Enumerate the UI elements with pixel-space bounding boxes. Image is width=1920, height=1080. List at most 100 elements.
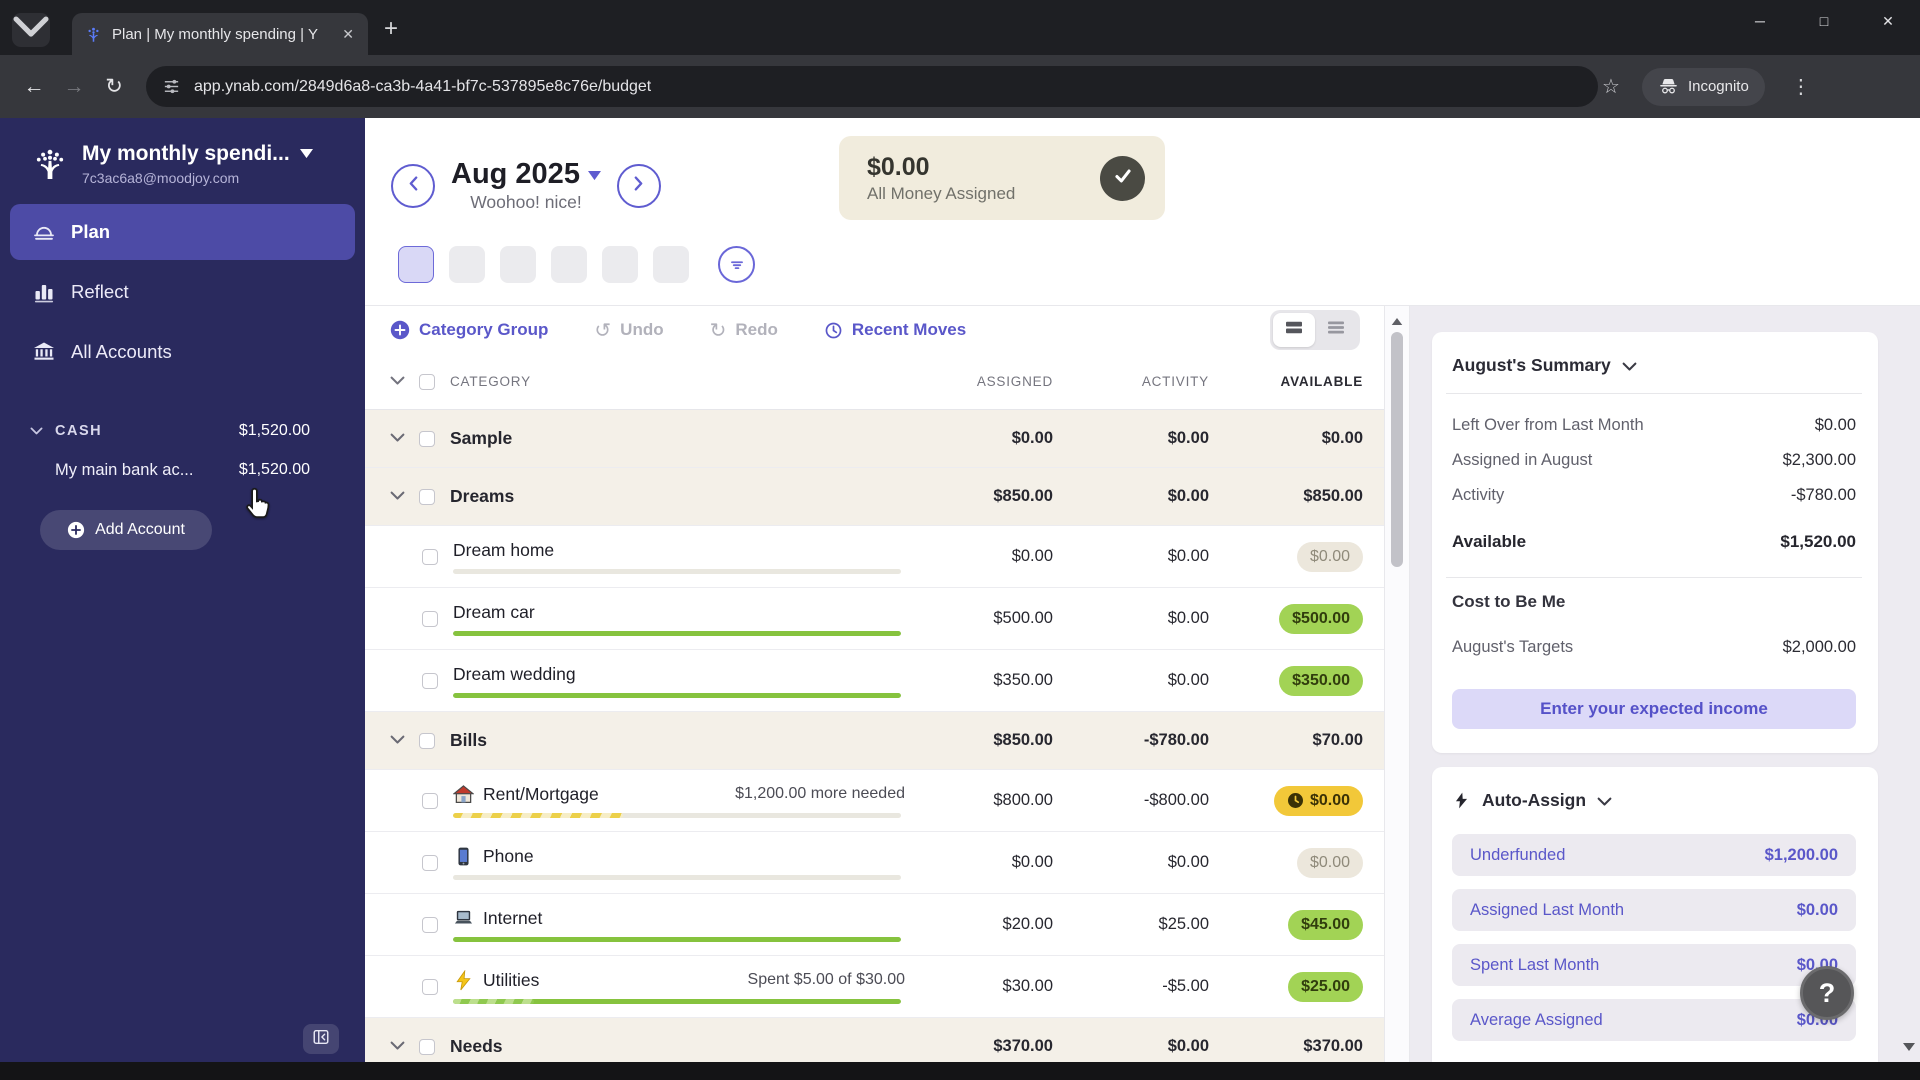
- plus-icon: [67, 521, 85, 539]
- collapse-all-icon[interactable]: [390, 373, 405, 391]
- sidebar: My monthly spendi... 7c3ac6a8@moodjoy.co…: [0, 118, 365, 1062]
- category-checkbox[interactable]: [422, 672, 438, 689]
- category-checkbox[interactable]: [422, 978, 438, 995]
- category-checkbox[interactable]: [422, 548, 438, 565]
- sidebar-item-plan[interactable]: Plan: [10, 204, 355, 260]
- scrollbar-thumb[interactable]: [1391, 332, 1403, 567]
- budget-switcher[interactable]: My monthly spendi... 7c3ac6a8@moodjoy.co…: [0, 142, 365, 186]
- category-row-internet[interactable]: Internet $20.00 $25.00 $45.00: [365, 894, 1384, 956]
- group-checkbox[interactable]: [419, 732, 435, 749]
- filter-chip-sample-view[interactable]: [653, 246, 689, 283]
- summary-rows: Left Over from Last Month $0.00 Assigned…: [1452, 408, 1856, 561]
- browser-tab[interactable]: Plan | My monthly spending | Y ✕: [72, 13, 368, 55]
- filter-chip-snoozed[interactable]: [602, 246, 638, 283]
- forward-button[interactable]: →: [54, 67, 94, 107]
- category-checkbox[interactable]: [422, 792, 438, 809]
- available-pill[interactable]: $25.00: [1288, 971, 1363, 1002]
- recent-moves-button[interactable]: Recent Moves: [824, 320, 966, 340]
- summary-header[interactable]: August's Summary: [1452, 354, 1856, 377]
- site-settings-icon[interactable]: [162, 77, 181, 96]
- chevron-down-icon[interactable]: [390, 430, 405, 448]
- category-row-phone[interactable]: Phone $0.00 $0.00 $0.00: [365, 832, 1384, 894]
- window-maximize-button[interactable]: □: [1792, 0, 1856, 42]
- select-all-checkbox[interactable]: [419, 373, 435, 390]
- category-row-dream-wedding[interactable]: Dream wedding $350.00 $0.00 $350.00: [365, 650, 1384, 712]
- ynab-favicon-icon: [84, 25, 103, 44]
- sidebar-item-reflect[interactable]: Reflect: [10, 264, 355, 320]
- account-group-cash[interactable]: CASH $1,520.00: [0, 414, 365, 448]
- filter-menu-button[interactable]: [718, 246, 755, 283]
- enter-expected-income-button[interactable]: Enter your expected income: [1452, 689, 1856, 729]
- category-row-rent-mortgage[interactable]: Rent/Mortgage $1,200.00 more needed $800…: [365, 770, 1384, 832]
- group-row-needs[interactable]: Needs $370.00 $0.00 $370.00: [365, 1018, 1384, 1062]
- add-account-button[interactable]: Add Account: [40, 510, 212, 550]
- table-scrollbar[interactable]: [1384, 306, 1410, 1062]
- group-row-sample[interactable]: Sample $0.00 $0.00 $0.00: [365, 410, 1384, 468]
- group-row-bills[interactable]: Bills $850.00 -$780.00 $70.00: [365, 712, 1384, 770]
- view-toggle-compact[interactable]: [1315, 313, 1357, 347]
- collapse-sidebar-button[interactable]: [303, 1024, 339, 1054]
- category-row-dream-car[interactable]: Dream car $500.00 $0.00 $500.00: [365, 588, 1384, 650]
- url-bar[interactable]: app.ynab.com/2849d6a8-ca3b-4a41-bf7c-537…: [146, 66, 1598, 107]
- tab-search-button[interactable]: [12, 13, 50, 47]
- filter-chip-underfunded[interactable]: [449, 246, 485, 283]
- redo-button[interactable]: ↻ Redo: [710, 318, 778, 343]
- available-pill[interactable]: $45.00: [1288, 909, 1363, 940]
- reflect-icon: [32, 280, 56, 304]
- chevron-down-icon[interactable]: [30, 422, 43, 440]
- add-category-group-button[interactable]: Category Group: [390, 320, 548, 340]
- auto-assign-row-underfunded[interactable]: Underfunded $1,200.00: [1452, 834, 1856, 876]
- view-toggle-detailed[interactable]: [1273, 313, 1315, 347]
- available-pill[interactable]: $0.00: [1273, 785, 1363, 816]
- category-row-dream-home[interactable]: Dream home $0.00 $0.00 $0.00: [365, 526, 1384, 588]
- progress-bar: [453, 874, 901, 880]
- month-navigation: Aug 2025 Woohoo! nice!: [391, 158, 661, 213]
- auto-assign-row-spent-last-month[interactable]: Spent Last Month $0.00: [1452, 944, 1856, 986]
- available-pill[interactable]: $0.00: [1296, 541, 1363, 572]
- auto-assign-row-assigned-last-month[interactable]: Assigned Last Month $0.00: [1452, 889, 1856, 931]
- group-checkbox[interactable]: [419, 1038, 435, 1055]
- sidebar-account-item[interactable]: My main bank ac... $1,520.00: [0, 448, 365, 492]
- column-activity[interactable]: ACTIVITY: [1053, 374, 1209, 389]
- previous-month-button[interactable]: [391, 163, 435, 208]
- undo-button[interactable]: ↺ Undo: [594, 318, 663, 343]
- window-close-button[interactable]: ✕: [1856, 0, 1920, 42]
- new-tab-button[interactable]: +: [384, 17, 398, 41]
- scroll-up-icon[interactable]: [1391, 312, 1403, 330]
- group-checkbox[interactable]: [419, 430, 435, 447]
- back-button[interactable]: ←: [14, 67, 54, 107]
- available-pill[interactable]: $0.00: [1296, 847, 1363, 878]
- window-minimize-button[interactable]: ─: [1728, 0, 1792, 42]
- help-button[interactable]: ?: [1800, 966, 1854, 1020]
- month-selector[interactable]: Aug 2025: [451, 158, 601, 191]
- group-row-dreams[interactable]: Dreams $850.00 $0.00 $850.00: [365, 468, 1384, 526]
- progress-bar: [453, 936, 901, 942]
- scroll-down-icon[interactable]: [1903, 1038, 1915, 1056]
- category-checkbox[interactable]: [422, 610, 438, 627]
- auto-assign-row-average-assigned[interactable]: Average Assigned $0.00: [1452, 999, 1856, 1041]
- sidebar-item-all-accounts[interactable]: All Accounts: [10, 324, 355, 380]
- auto-assign-header[interactable]: Auto-Assign: [1452, 789, 1856, 812]
- chevron-down-icon[interactable]: [390, 1038, 405, 1056]
- targets-value: $2,000.00: [1782, 638, 1856, 656]
- column-assigned[interactable]: ASSIGNED: [913, 374, 1053, 389]
- next-month-button[interactable]: [616, 163, 661, 208]
- reload-button[interactable]: ↻: [94, 67, 134, 107]
- filter-chip-overfunded[interactable]: [500, 246, 536, 283]
- column-available[interactable]: AVAILABLE: [1209, 374, 1363, 389]
- category-checkbox[interactable]: [422, 854, 438, 871]
- browser-menu-icon[interactable]: ⋮: [1783, 74, 1819, 99]
- money-assigned-banner[interactable]: $0.00 All Money Assigned: [839, 136, 1165, 220]
- tab-close-icon[interactable]: ✕: [338, 24, 358, 45]
- category-checkbox[interactable]: [422, 916, 438, 933]
- available-pill[interactable]: $500.00: [1279, 603, 1363, 634]
- chevron-down-icon[interactable]: [390, 488, 405, 506]
- filter-chip-all[interactable]: [398, 246, 434, 283]
- bookmark-star-icon[interactable]: ☆: [1602, 74, 1620, 99]
- filter-chip-money-available[interactable]: [551, 246, 587, 283]
- group-checkbox[interactable]: [419, 488, 435, 505]
- available-pill[interactable]: $350.00: [1279, 665, 1363, 696]
- caret-down-icon: [587, 168, 601, 186]
- category-row-utilities[interactable]: Utilities Spent $5.00 of $30.00 $30.00 -…: [365, 956, 1384, 1018]
- chevron-down-icon[interactable]: [390, 732, 405, 750]
